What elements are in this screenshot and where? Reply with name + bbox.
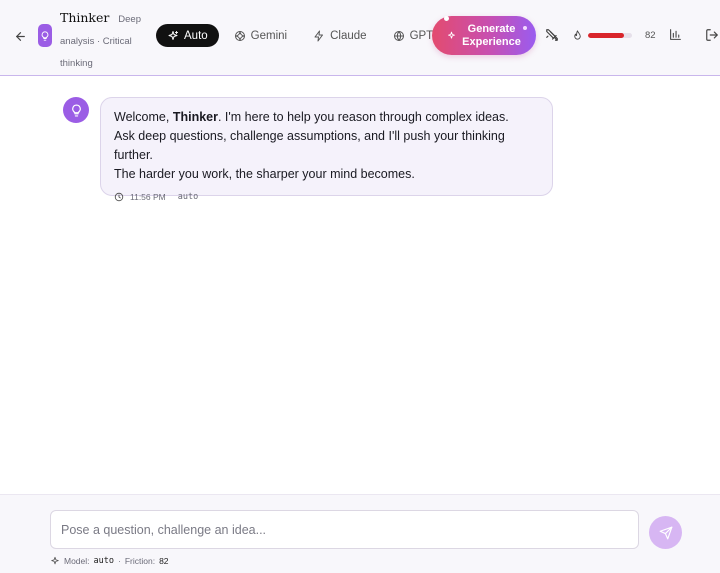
agent-desc-1: Deep bbox=[118, 14, 141, 25]
tab-label: Auto bbox=[184, 29, 208, 42]
sparkles-icon bbox=[51, 556, 59, 565]
gemini-icon bbox=[234, 30, 245, 41]
generate-label-line1: Generate bbox=[467, 22, 516, 35]
sparkles-icon bbox=[448, 31, 456, 39]
generate-label: Generate Experience bbox=[462, 23, 521, 49]
welcome-prefix: Welcome, bbox=[114, 110, 173, 124]
swords-icon[interactable] bbox=[545, 28, 559, 42]
message-text: Welcome, Thinker. I'm here to help you r… bbox=[114, 108, 539, 184]
message-model: auto bbox=[177, 192, 199, 202]
globe-icon bbox=[393, 30, 404, 41]
send-icon bbox=[659, 526, 672, 539]
sparkles-icon bbox=[168, 30, 178, 40]
clock-icon bbox=[114, 192, 124, 202]
message-line-3: The harder you work, the sharper your mi… bbox=[114, 167, 415, 181]
top-header: Thinker Deep analysis · Critical thinkin… bbox=[0, 0, 720, 76]
message-input[interactable] bbox=[50, 510, 639, 549]
tab-auto[interactable]: Auto bbox=[156, 24, 219, 47]
friction-meter-fill bbox=[588, 33, 625, 38]
decor-dot bbox=[523, 26, 527, 30]
back-button[interactable] bbox=[10, 26, 30, 46]
status-line: Model: auto · Friction: 82 bbox=[50, 556, 169, 566]
model-tabs: Auto Gemini Claude GPT bbox=[156, 24, 448, 47]
tab-gemini[interactable]: Gemini bbox=[223, 24, 298, 47]
model-value: auto bbox=[93, 556, 114, 566]
bar-chart-icon[interactable] bbox=[669, 28, 682, 41]
model-label: Model: bbox=[64, 556, 90, 566]
generate-experience-button[interactable]: Generate Experience bbox=[432, 16, 536, 55]
send-button[interactable] bbox=[649, 516, 682, 549]
tab-claude[interactable]: Claude bbox=[302, 24, 377, 47]
agent-name: Thinker bbox=[60, 10, 110, 25]
message-time: 11:56 PM bbox=[130, 192, 166, 202]
welcome-name: Thinker bbox=[172, 110, 218, 124]
friction-label: Friction: bbox=[124, 556, 156, 566]
flame-icon bbox=[574, 30, 581, 40]
lightbulb-icon bbox=[71, 103, 81, 117]
message-meta: 11:56 PM auto bbox=[114, 192, 539, 202]
lightbulb-icon bbox=[41, 30, 49, 41]
bot-avatar bbox=[63, 97, 89, 123]
tab-label: GPT bbox=[409, 29, 434, 42]
status-separator: · bbox=[118, 556, 121, 566]
welcome-suffix: . I'm here to help you reason through co… bbox=[217, 110, 509, 124]
agent-desc-2: analysis · Critical bbox=[60, 36, 132, 47]
friction-status-value: 82 bbox=[159, 556, 169, 566]
friction-value: 82 bbox=[645, 30, 656, 41]
agent-desc-3: thinking bbox=[60, 58, 93, 69]
composer-footer: Model: auto · Friction: 82 bbox=[0, 494, 720, 573]
decor-dot bbox=[444, 16, 449, 21]
tab-label: Gemini bbox=[250, 29, 288, 42]
assistant-message: Welcome, Thinker. I'm here to help you r… bbox=[100, 97, 553, 202]
generate-label-line2: Experience bbox=[462, 35, 521, 48]
friction-meter bbox=[588, 33, 632, 38]
arrow-left-icon bbox=[15, 31, 25, 41]
logout-icon[interactable] bbox=[705, 28, 719, 42]
tab-label: Claude bbox=[330, 29, 367, 42]
agent-info: Thinker Deep analysis · Critical thinkin… bbox=[60, 8, 144, 74]
message-line-2: Ask deep questions, challenge assumption… bbox=[114, 129, 505, 162]
claude-icon bbox=[314, 30, 324, 41]
agent-badge bbox=[38, 24, 52, 47]
